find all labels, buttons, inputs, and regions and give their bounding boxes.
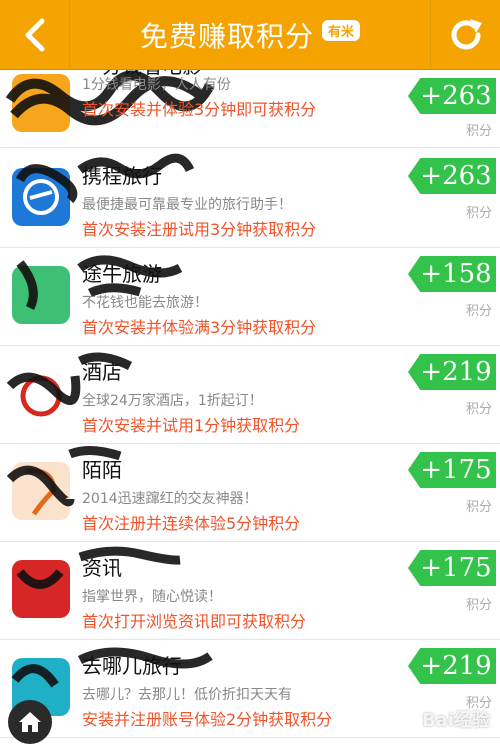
app-name: 陌陌 xyxy=(82,458,122,482)
list-item[interactable]: 途牛旅游 不花钱也能去旅游！ 首次安装并体验满3分钟获取积分 +158 积分 xyxy=(0,248,500,346)
list-item[interactable]: 资讯 指掌世界，随心悦读！ 首次打开浏览资讯即可获取积分 +175 积分 xyxy=(0,542,500,640)
points-badge[interactable]: +219 xyxy=(408,648,496,684)
app-description: 全球24万家酒店，1折起订！ xyxy=(82,393,263,409)
back-arrow-icon xyxy=(25,18,44,52)
points-badge[interactable]: +158 xyxy=(408,256,496,292)
app-name: 资讯 xyxy=(82,556,122,580)
app-description: 1分钱看电影，人人有份 xyxy=(82,77,231,93)
points-unit: 积分 xyxy=(465,500,492,515)
app-description: 指掌世界，随心悦读！ xyxy=(82,589,222,605)
page-title: 免费赚取积分 xyxy=(139,20,314,53)
points-unit: 积分 xyxy=(465,206,492,221)
task-text: 首次安装并体验3分钟即可获积分 xyxy=(82,100,317,119)
app-description: 最便捷最可靠最专业的旅行助手！ xyxy=(82,197,292,213)
watermark-logo: Bai经验 xyxy=(421,710,490,731)
offer-list[interactable]: 一分钱看电影 1分钱看电影，人人有份 首次安装并体验3分钟即可获积分 +263 … xyxy=(0,70,500,750)
points-badge[interactable]: +175 xyxy=(408,452,496,488)
back-button[interactable] xyxy=(0,0,70,70)
points-unit: 积分 xyxy=(465,402,492,417)
home-button[interactable] xyxy=(8,700,52,744)
header-bar: 免费赚取积分 有米 xyxy=(0,0,500,70)
home-icon xyxy=(19,712,41,732)
app-icon xyxy=(12,462,70,520)
list-item[interactable]: 陌陌 2014迅速蹿红的交友神器！ 首次注册并连续体验5分钟积分 +175 积分 xyxy=(0,444,500,542)
list-item[interactable]: 携程旅行 最便捷最可靠最专业的旅行助手！ 首次安装注册试用3分钟获取积分 +26… xyxy=(0,150,500,248)
points-badge[interactable]: +263 xyxy=(408,158,496,194)
task-text: 首次安装并试用1分钟获取积分 xyxy=(82,416,301,435)
app-name: 途牛旅游 xyxy=(82,262,162,286)
app-icon xyxy=(12,266,70,324)
points-badge[interactable]: +219 xyxy=(408,354,496,390)
app-icon-glyph xyxy=(25,468,57,516)
points-badge[interactable]: +263 xyxy=(408,78,496,114)
app-name: 去哪儿旅行 xyxy=(82,654,182,678)
app-description: 不花钱也能去旅游！ xyxy=(82,295,208,311)
list-item[interactable]: 一分钱看电影 1分钱看电影，人人有份 首次安装并体验3分钟即可获积分 +263 … xyxy=(0,70,500,148)
app-name: 携程旅行 xyxy=(82,164,162,188)
app-icon xyxy=(12,364,70,422)
refresh-button[interactable] xyxy=(430,0,500,70)
app-name: 酒店 xyxy=(82,360,122,384)
app-icon xyxy=(12,74,70,132)
task-text: 首次注册并连续体验5分钟积分 xyxy=(82,514,301,533)
app-icon-glyph xyxy=(23,179,59,215)
task-text: 安装并注册账号体验2分钟获取积分 xyxy=(82,710,333,729)
refresh-icon xyxy=(451,19,482,50)
points-unit: 积分 xyxy=(465,124,492,139)
app-description: 2014迅速蹿红的交友神器！ xyxy=(82,491,258,507)
task-text: 首次安装注册试用3分钟获取积分 xyxy=(82,220,317,239)
task-text: 首次打开浏览资讯即可获取积分 xyxy=(82,612,307,631)
app-description: 去哪儿？去那儿！低价折扣天天有 xyxy=(82,687,292,703)
app-icon xyxy=(12,560,70,618)
app-icon xyxy=(12,168,70,226)
points-unit: 积分 xyxy=(465,304,492,319)
task-text: 首次安装并体验满3分钟获取积分 xyxy=(82,318,317,337)
list-item[interactable]: 酒店 全球24万家酒店，1折起订！ 首次安装并试用1分钟获取积分 +219 积分 xyxy=(0,346,500,444)
points-unit: 积分 xyxy=(465,598,492,613)
brand-badge: 有米 xyxy=(322,19,361,41)
points-badge[interactable]: +175 xyxy=(408,550,496,586)
app-icon-glyph xyxy=(20,375,62,417)
header-title-wrap: 免费赚取积分 有米 xyxy=(70,0,430,70)
